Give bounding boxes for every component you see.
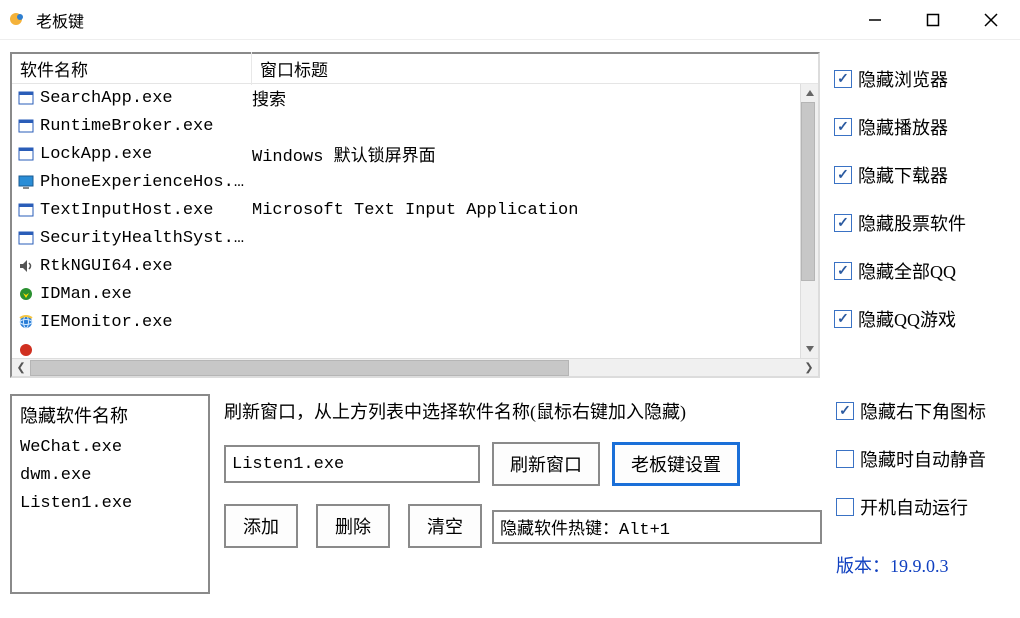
checkbox-option[interactable]: ✓ 隐藏全部QQ xyxy=(834,258,1010,284)
process-name: IDMan.exe xyxy=(40,285,252,304)
selected-exe-input[interactable] xyxy=(224,445,480,483)
clear-button[interactable]: 清空 xyxy=(408,504,482,548)
checkbox-label: 隐藏全部QQ xyxy=(858,258,956,284)
checkbox-icon: ✓ xyxy=(834,118,852,136)
checkbox-icon: ✓ xyxy=(834,310,852,328)
hotkey-info: 隐藏软件热键：Alt+1 xyxy=(492,510,822,544)
checkbox-icon: ✓ xyxy=(834,70,852,88)
checkbox-icon: ✓ xyxy=(834,214,852,232)
checkbox-label: 隐藏QQ游戏 xyxy=(858,306,956,332)
add-button[interactable]: 添加 xyxy=(224,504,298,548)
close-button[interactable] xyxy=(962,0,1020,40)
minimize-button[interactable] xyxy=(846,0,904,40)
process-icon xyxy=(16,117,36,135)
checkbox-label: 隐藏播放器 xyxy=(858,114,948,140)
process-row[interactable]: IEMonitor.exe xyxy=(12,308,800,336)
process-row[interactable]: IDMan.exe xyxy=(12,280,800,308)
scroll-right-icon[interactable]: ❯ xyxy=(800,359,818,377)
controls-panel: 刷新窗口，从上方列表中选择软件名称(鼠标右键加入隐藏) 刷新窗口 老板键设置 添… xyxy=(224,394,822,594)
delete-button[interactable]: 删除 xyxy=(316,504,390,548)
process-list[interactable]: 软件名称 窗口标题 SearchApp.exe搜索RuntimeBroker.e… xyxy=(10,52,820,378)
window-title: 老板键 xyxy=(36,8,84,32)
scroll-down-icon[interactable] xyxy=(801,340,818,358)
process-name: LockApp.exe xyxy=(40,145,252,164)
hint-text: 刷新窗口，从上方列表中选择软件名称(鼠标右键加入隐藏) xyxy=(224,398,822,424)
process-row[interactable]: RtkNGUI64.exe xyxy=(12,252,800,280)
process-window-title: Windows 默认锁屏界面 xyxy=(252,141,796,167)
process-row[interactable]: PhoneExperienceHos... xyxy=(12,168,800,196)
column-header-name[interactable]: 软件名称 xyxy=(12,52,252,85)
process-window-title: 搜索 xyxy=(252,85,796,111)
hidden-list-item[interactable]: WeChat.exe xyxy=(20,434,200,462)
process-window-title: Microsoft Text Input Application xyxy=(252,201,796,220)
version-label: 版本：19.9.0.3 xyxy=(836,552,1010,578)
checkbox-label: 隐藏右下角图标 xyxy=(860,398,986,424)
process-row[interactable]: SearchApp.exe搜索 xyxy=(12,84,800,112)
checkbox-option[interactable]: ✓ 隐藏QQ游戏 xyxy=(834,306,1010,332)
hidden-software-list[interactable]: 隐藏软件名称 WeChat.exedwm.exeListen1.exe xyxy=(10,394,210,594)
checkbox-label: 隐藏下载器 xyxy=(858,162,948,188)
process-row[interactable]: RuntimeBroker.exe xyxy=(12,112,800,140)
checkbox-icon: ✓ xyxy=(836,402,854,420)
column-header-title[interactable]: 窗口标题 xyxy=(252,52,818,85)
scroll-thumb[interactable] xyxy=(801,102,815,281)
titlebar: 老板键 xyxy=(0,0,1020,40)
settings-button[interactable]: 老板键设置 xyxy=(612,442,740,486)
app-icon xyxy=(8,10,28,30)
process-icon xyxy=(16,229,36,247)
maximize-button[interactable] xyxy=(904,0,962,40)
process-name: PhoneExperienceHos... xyxy=(40,173,252,192)
hscroll-thumb[interactable] xyxy=(30,360,569,376)
process-row[interactable]: TextInputHost.exeMicrosoft Text Input Ap… xyxy=(12,196,800,224)
checkbox-option[interactable]: ✓ 隐藏下载器 xyxy=(834,162,1010,188)
hidden-list-header: 隐藏软件名称 xyxy=(20,402,200,428)
checkbox-option[interactable]: ✓ 隐藏股票软件 xyxy=(834,210,1010,236)
process-name: SearchApp.exe xyxy=(40,89,252,108)
checkbox-icon: ✓ xyxy=(834,166,852,184)
refresh-button[interactable]: 刷新窗口 xyxy=(492,442,600,486)
checkbox-option[interactable]: ✓ 隐藏时自动静音 xyxy=(836,446,1010,472)
bottom-options-panel: ✓ 隐藏右下角图标 ✓ 隐藏时自动静音 ✓ 开机自动运行 版本：19.9.0.3 xyxy=(836,394,1010,594)
process-icon xyxy=(16,89,36,107)
process-row[interactable]: LockApp.exeWindows 默认锁屏界面 xyxy=(12,140,800,168)
checkbox-icon: ✓ xyxy=(834,262,852,280)
process-name: RuntimeBroker.exe xyxy=(40,117,252,136)
checkbox-icon: ✓ xyxy=(836,450,854,468)
process-row[interactable] xyxy=(12,336,800,358)
horizontal-scrollbar[interactable]: ❮ ❯ xyxy=(12,358,818,376)
vertical-scrollbar[interactable] xyxy=(800,84,818,358)
checkbox-label: 隐藏时自动静音 xyxy=(860,446,986,472)
process-icon xyxy=(16,201,36,219)
checkbox-label: 隐藏浏览器 xyxy=(858,66,948,92)
process-name: RtkNGUI64.exe xyxy=(40,257,252,276)
process-icon xyxy=(16,313,36,331)
hide-options-panel: ✓ 隐藏浏览器 ✓ 隐藏播放器 ✓ 隐藏下载器 ✓ 隐藏股票软件 ✓ 隐藏全部QQ ✓ 隐藏QQ游戏 xyxy=(834,52,1010,378)
checkbox-option[interactable]: ✓ 隐藏右下角图标 xyxy=(836,398,1010,424)
process-icon xyxy=(16,173,36,191)
process-icon xyxy=(16,257,36,275)
process-name: TextInputHost.exe xyxy=(40,201,252,220)
hidden-list-item[interactable]: Listen1.exe xyxy=(20,490,200,518)
checkbox-option[interactable]: ✓ 隐藏浏览器 xyxy=(834,66,1010,92)
list-header-row: 软件名称 窗口标题 xyxy=(12,54,818,84)
scroll-left-icon[interactable]: ❮ xyxy=(12,359,30,377)
checkbox-label: 隐藏股票软件 xyxy=(858,210,966,236)
process-name: IEMonitor.exe xyxy=(40,313,252,332)
process-icon xyxy=(16,145,36,163)
checkbox-label: 开机自动运行 xyxy=(860,494,968,520)
hotkey-line-1: 隐藏软件热键：Alt+1 xyxy=(500,514,814,540)
checkbox-option[interactable]: ✓ 隐藏播放器 xyxy=(834,114,1010,140)
process-icon xyxy=(16,285,36,303)
process-row[interactable]: SecurityHealthSyst... xyxy=(12,224,800,252)
checkbox-icon: ✓ xyxy=(836,498,854,516)
scroll-up-icon[interactable] xyxy=(801,84,818,102)
checkbox-option[interactable]: ✓ 开机自动运行 xyxy=(836,494,1010,520)
hidden-list-item[interactable]: dwm.exe xyxy=(20,462,200,490)
process-icon xyxy=(16,341,36,358)
process-name: SecurityHealthSyst... xyxy=(40,229,252,248)
